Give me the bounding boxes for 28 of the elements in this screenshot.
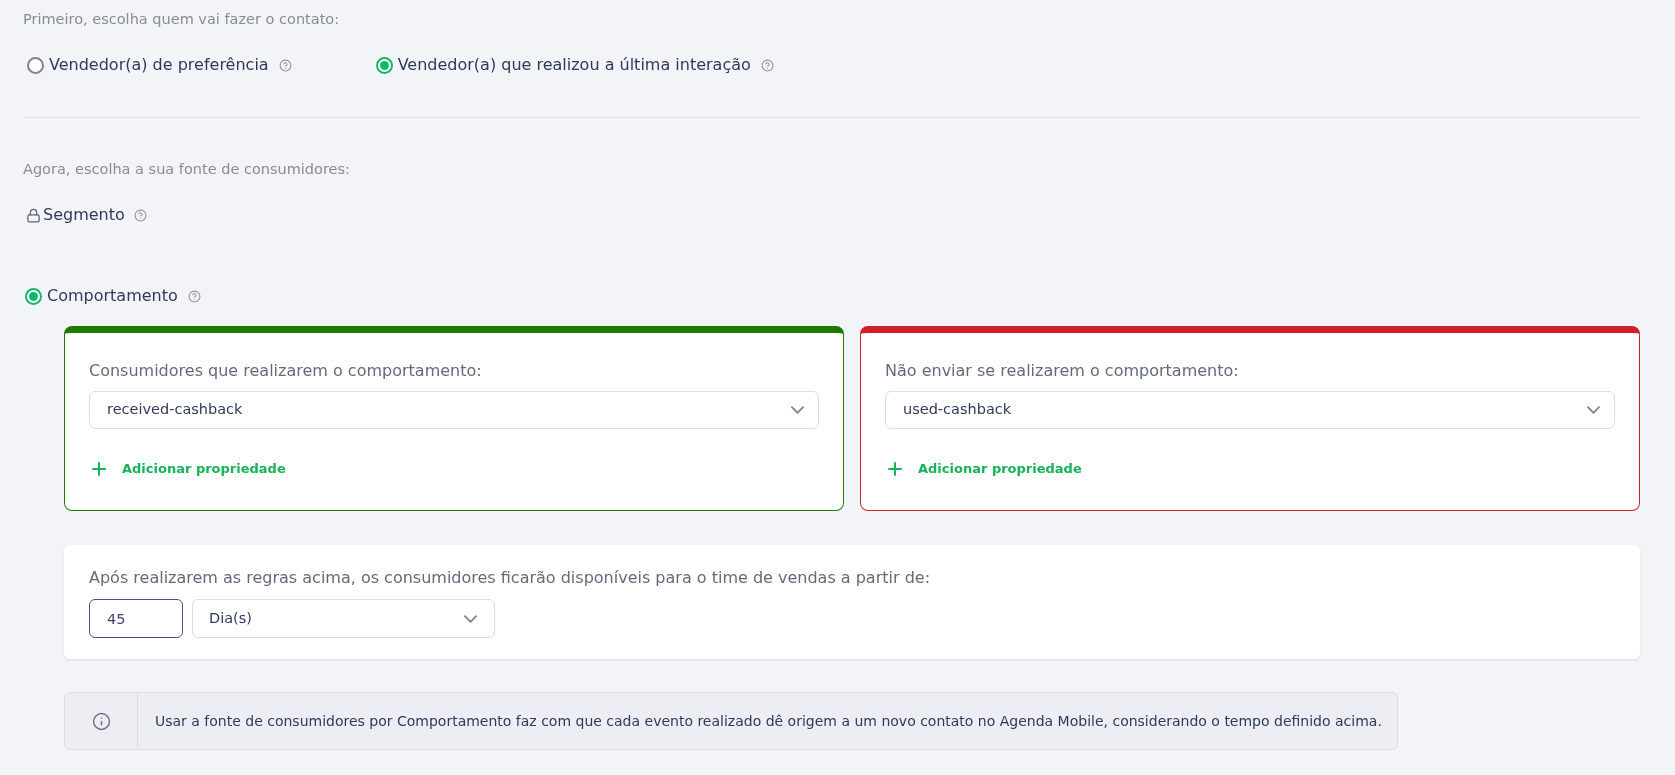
help-icon[interactable] xyxy=(278,58,292,72)
info-note-text: Usar a fonte de consumidores por Comportamento faz com que cada evento realizado dê origem a um novo contato no Agenda Mobile, considerando o tempo definido acima. xyxy=(154,712,1383,731)
info-icon xyxy=(91,711,111,731)
chevron-down-icon xyxy=(791,406,804,414)
chevron-down-icon xyxy=(464,614,477,623)
option-label: Comportamento xyxy=(47,285,178,307)
help-icon[interactable] xyxy=(133,208,147,222)
lock-icon xyxy=(26,207,41,223)
radio-button[interactable] xyxy=(25,287,42,305)
amount-input[interactable]: 45 xyxy=(89,599,183,638)
option-label: Vendedor(a) que realizou a última interação xyxy=(397,54,751,76)
plus-icon xyxy=(888,462,902,476)
section-prompt: Primeiro, escolha quem vai fazer o contato: xyxy=(23,10,340,29)
behavior-select[interactable]: used-cashback xyxy=(885,391,1615,429)
help-icon[interactable] xyxy=(760,58,774,72)
option-label: Vendedor(a) de preferência xyxy=(49,54,269,76)
card-label: Não enviar se realizarem o comportamento: xyxy=(885,360,1239,382)
option-label: Segmento xyxy=(43,204,125,226)
unit-select[interactable]: Dia(s) xyxy=(192,599,495,638)
availability-text: Após realizarem as regras acima, os consumidores ficarão disponíveis para o time de vendas a partir de: xyxy=(89,567,931,589)
help-icon[interactable] xyxy=(187,289,201,303)
plus-icon xyxy=(92,462,106,476)
behavior-select[interactable]: received-cashback xyxy=(89,391,819,429)
radio-button[interactable] xyxy=(27,56,44,74)
chevron-down-icon xyxy=(1587,406,1600,414)
section-prompt: Agora, escolha a sua fonte de consumidores: xyxy=(23,160,350,179)
radio-button[interactable] xyxy=(375,56,393,74)
card-label: Consumidores que realizarem o comportamento: xyxy=(89,360,482,382)
